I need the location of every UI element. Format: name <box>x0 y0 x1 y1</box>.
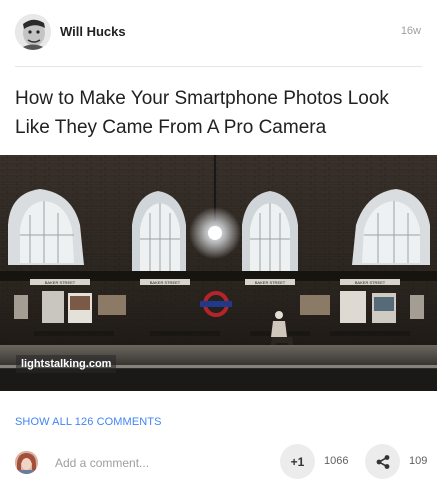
station-sign-1: BAKER STREET <box>45 280 76 285</box>
image-watermark: lightstalking.com <box>16 355 117 373</box>
post-card: Will Hucks 16w How to Make Your Smartpho… <box>0 0 437 491</box>
header-divider <box>15 66 422 67</box>
plus-one-label: +1 <box>290 454 305 469</box>
share-button[interactable] <box>365 444 400 479</box>
plus-one-count: 1066 <box>324 455 349 467</box>
station-sign-3: BAKER STREET <box>255 280 286 285</box>
show-all-comments-link[interactable]: SHOW ALL 126 COMMENTS <box>15 416 162 428</box>
post-timestamp: 16w <box>400 25 421 37</box>
post-header: Will Hucks 16w <box>0 0 437 66</box>
commenter-avatar <box>15 451 38 474</box>
share-count: 109 <box>409 455 428 467</box>
post-title[interactable]: How to Make Your Smartphone Photos Look … <box>15 84 425 142</box>
station-sign-2: BAKER STREET <box>150 280 181 285</box>
author-avatar[interactable] <box>15 14 51 50</box>
plus-one-button[interactable]: +1 <box>280 444 315 479</box>
author-name[interactable]: Will Hucks <box>60 24 126 39</box>
share-icon <box>376 454 389 469</box>
comment-input[interactable] <box>55 455 245 471</box>
author-avatar-image <box>15 14 51 50</box>
commenter-avatar-image <box>15 451 38 474</box>
station-sign-4: BAKER STREET <box>355 280 386 285</box>
